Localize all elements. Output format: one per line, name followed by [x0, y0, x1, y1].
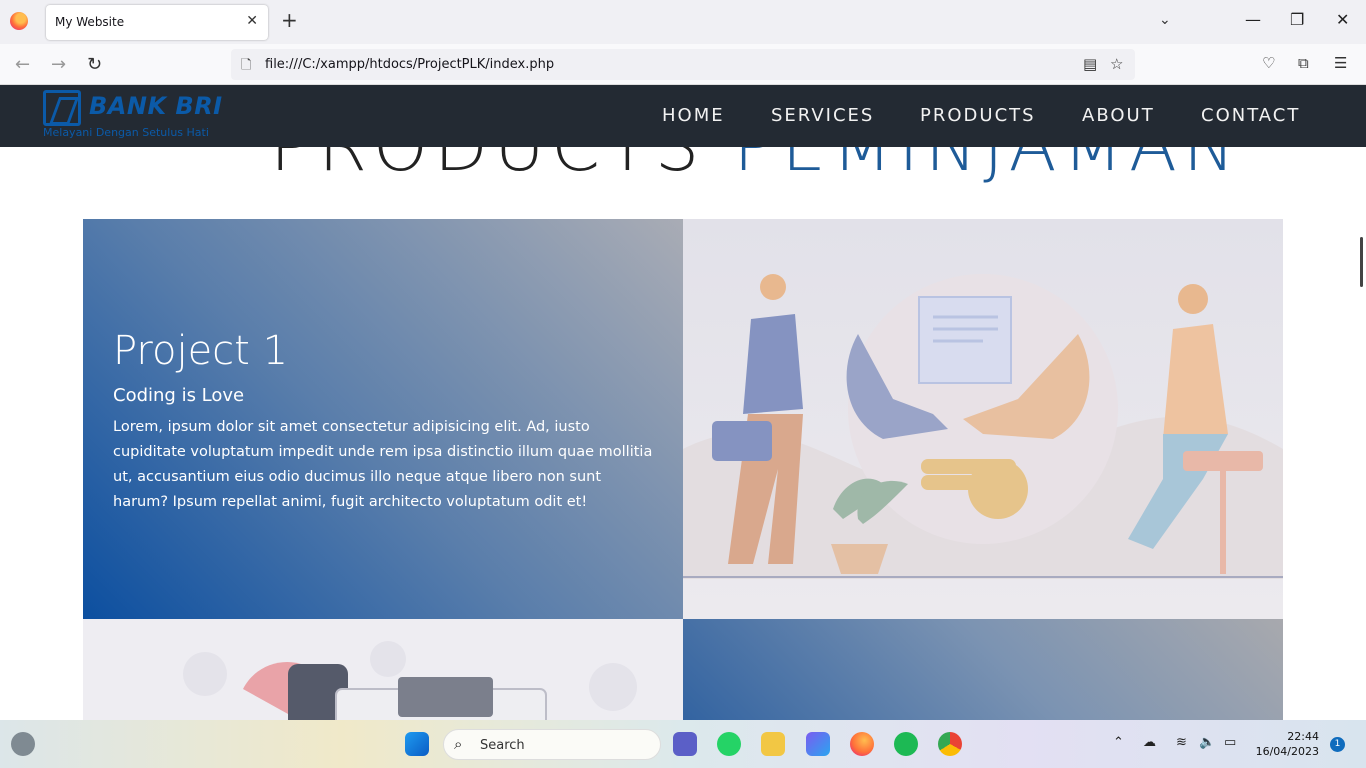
menu-home[interactable]: HOME	[662, 105, 725, 126]
firefox-icon[interactable]	[10, 12, 28, 30]
spotify-icon[interactable]	[894, 732, 918, 756]
wifi-icon[interactable]: ≋	[1176, 735, 1187, 750]
brand-tagline: Melayani Dengan Setulus Hati	[43, 126, 209, 139]
whatsapp-icon[interactable]	[717, 732, 741, 756]
reload-icon[interactable]: ↻	[87, 54, 102, 75]
page-scrollbar[interactable]	[1360, 237, 1363, 287]
site-navbar: BANK BRI Melayani Dengan Setulus Hati HO…	[0, 85, 1366, 147]
onedrive-icon[interactable]: ☁	[1143, 735, 1156, 750]
widgets-icon[interactable]	[11, 732, 35, 756]
forward-icon[interactable]: →	[51, 54, 66, 75]
menu-about[interactable]: ABOUT	[1082, 105, 1155, 126]
second-illustration	[83, 619, 683, 720]
clock[interactable]: 22:44 16/04/2023	[1255, 729, 1319, 759]
menu-services[interactable]: SERVICES	[771, 105, 874, 126]
tab-title: My Website	[55, 15, 125, 29]
menu-contact[interactable]: CONTACT	[1201, 105, 1300, 126]
menu-icon[interactable]: ☰	[1334, 54, 1347, 72]
brand-name: BANK BRI	[89, 92, 223, 120]
browser-tab[interactable]: My Website ✕	[46, 5, 268, 40]
minimize-icon[interactable]: —	[1245, 10, 1261, 29]
notification-badge[interactable]: 1	[1330, 737, 1345, 752]
handshake-illustration	[683, 219, 1283, 619]
close-tab-icon[interactable]: ✕	[246, 13, 258, 29]
file-explorer-icon[interactable]	[761, 732, 785, 756]
second-illustration-svg	[183, 641, 637, 720]
start-icon[interactable]	[405, 732, 429, 756]
copilot-icon[interactable]	[806, 732, 830, 756]
page-viewport: PRODUCTS PEMINJAMAN BANK BRI Melayani De…	[0, 85, 1366, 720]
clock-date: 16/04/2023	[1255, 745, 1319, 758]
chrome-icon[interactable]	[938, 732, 962, 756]
windows-taskbar: ⌕ Search ⌃ ☁ ≋ 🔈 ▭ 22:44 16/04/2023 1	[0, 720, 1366, 768]
restore-icon[interactable]: ❐	[1290, 10, 1304, 29]
project-card: Project 1 Coding is Love Lorem, ipsum do…	[83, 219, 683, 619]
illustration-svg	[683, 274, 1283, 579]
card-title: Project 1	[113, 328, 289, 374]
firefox-taskbar-icon[interactable]	[850, 732, 874, 756]
menu-products[interactable]: PRODUCTS	[920, 105, 1036, 126]
list-tabs-icon[interactable]: ⌄	[1159, 12, 1171, 28]
volume-icon[interactable]: 🔈	[1199, 735, 1215, 750]
browser-tabbar: My Website ✕ + ⌄ — ❐ ✕	[0, 0, 1366, 44]
search-icon: ⌕	[454, 735, 463, 753]
search-label: Search	[480, 738, 525, 753]
clock-time: 22:44	[1287, 730, 1319, 743]
reader-icon[interactable]: ▤	[1083, 55, 1097, 73]
close-window-icon[interactable]: ✕	[1336, 10, 1349, 29]
page-icon: 🗋	[241, 58, 252, 73]
back-icon[interactable]: ←	[15, 54, 30, 75]
bri-logo-icon	[43, 90, 81, 126]
extensions-icon[interactable]: ⧉	[1298, 54, 1309, 72]
pocket-icon[interactable]: ♡	[1262, 54, 1275, 72]
project-card-2	[683, 619, 1283, 720]
url-text[interactable]: file:///C:/xampp/htdocs/ProjectPLK/index…	[265, 57, 554, 72]
teams-icon[interactable]	[673, 732, 697, 756]
card-text: Lorem, ipsum dolor sit amet consectetur …	[113, 419, 653, 510]
battery-icon[interactable]: ▭	[1224, 735, 1236, 750]
taskbar-search[interactable]: ⌕ Search	[443, 729, 661, 760]
card-subtitle: Coding is Love	[113, 385, 245, 406]
tray-chevron-icon[interactable]: ⌃	[1113, 735, 1124, 750]
new-tab-button[interactable]: +	[281, 10, 298, 30]
star-icon[interactable]: ☆	[1110, 55, 1123, 73]
url-bar[interactable]: 🗋 file:///C:/xampp/htdocs/ProjectPLK/ind…	[231, 49, 1135, 80]
